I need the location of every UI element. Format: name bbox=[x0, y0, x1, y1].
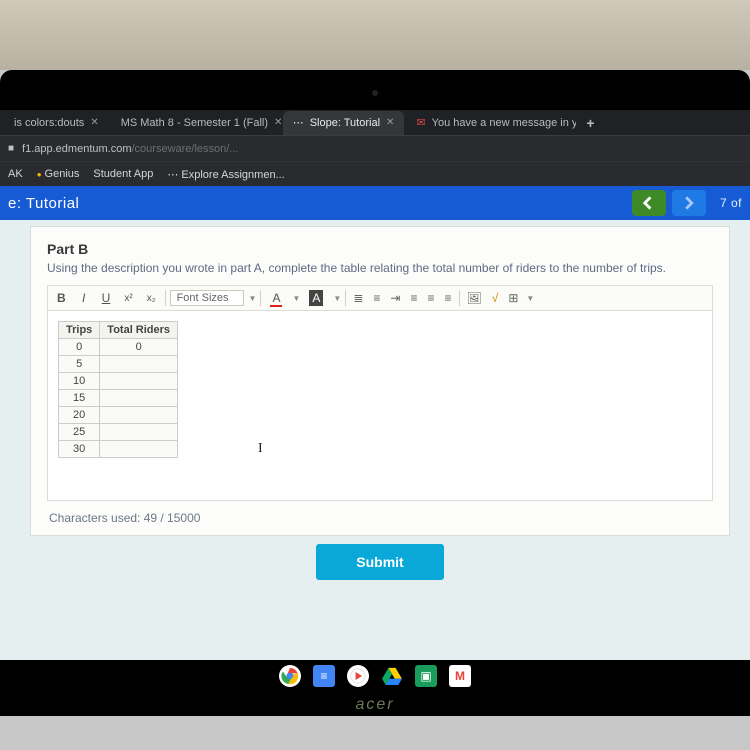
part-title: Part B bbox=[47, 241, 713, 257]
close-icon[interactable]: ✕ bbox=[274, 117, 281, 128]
lock-icon: ■ bbox=[8, 143, 14, 154]
question-card: Part B Using the description you wrote i… bbox=[30, 226, 730, 536]
chevron-down-icon[interactable]: ▼ bbox=[291, 294, 300, 303]
new-tab-button[interactable]: + bbox=[578, 115, 602, 131]
table-header[interactable]: Trips bbox=[59, 322, 100, 339]
laptop-bezel bbox=[0, 70, 750, 110]
drive-icon[interactable] bbox=[381, 665, 403, 687]
browser-chrome: is colors:douts✕ MS Math 8 - Semester 1 … bbox=[0, 110, 750, 186]
separator bbox=[165, 290, 166, 306]
separator bbox=[459, 290, 460, 306]
chevron-down-icon[interactable]: ▼ bbox=[525, 294, 534, 303]
submit-row: Submit bbox=[30, 536, 730, 594]
forward-button[interactable] bbox=[672, 190, 706, 216]
underline-button[interactable]: U bbox=[97, 289, 116, 307]
image-button[interactable]: 🖼 bbox=[464, 291, 485, 305]
subscript-button[interactable]: x₂ bbox=[142, 291, 161, 306]
table-row: 00 bbox=[59, 339, 178, 356]
table-row: 25 bbox=[59, 424, 178, 441]
separator bbox=[345, 290, 346, 306]
close-icon[interactable]: ✕ bbox=[386, 117, 394, 128]
bold-button[interactable]: B bbox=[52, 289, 71, 307]
separator bbox=[260, 290, 261, 306]
character-count: Characters used: 49 / 15000 bbox=[47, 501, 713, 533]
align-right-button[interactable]: ≡ bbox=[442, 291, 455, 305]
tab-3[interactable]: ⋯ Slope: Tutorial✕ bbox=[283, 111, 405, 135]
environment-background bbox=[0, 0, 750, 70]
classroom-icon[interactable]: ▣ bbox=[415, 665, 437, 687]
chromeos-shelf: ≡ ▣ M bbox=[0, 660, 750, 692]
content-area: Part B Using the description you wrote i… bbox=[0, 220, 750, 660]
text-cursor: I bbox=[258, 441, 263, 457]
bookmarks-bar: AK ●Genius Student App ⋯ Explore Assignm… bbox=[0, 162, 750, 186]
url-text: f1.app.edmentum.com/courseware/lesson/..… bbox=[22, 143, 742, 155]
text-color-button[interactable]: A bbox=[265, 289, 287, 307]
bullet-list-button[interactable]: ≣ bbox=[350, 291, 366, 305]
align-left-button[interactable]: ≡ bbox=[407, 291, 420, 305]
italic-button[interactable]: I bbox=[75, 289, 93, 307]
bookmark-item[interactable]: ⋯ Explore Assignmen... bbox=[167, 168, 284, 181]
address-bar[interactable]: ■ f1.app.edmentum.com/courseware/lesson/… bbox=[0, 136, 750, 162]
tab-1[interactable]: is colors:douts✕ bbox=[4, 111, 109, 135]
table-row: 20 bbox=[59, 407, 178, 424]
close-icon[interactable]: ✕ bbox=[90, 117, 98, 128]
number-list-button[interactable]: ≡ bbox=[370, 291, 383, 305]
page-title: e: Tutorial bbox=[8, 195, 626, 212]
play-icon[interactable] bbox=[347, 665, 369, 687]
laptop-brand: acer bbox=[0, 692, 750, 716]
chevron-down-icon[interactable]: ▼ bbox=[248, 294, 257, 303]
laptop-camera bbox=[372, 90, 378, 96]
chrome-icon[interactable] bbox=[279, 665, 301, 687]
table-button[interactable]: ⊞ bbox=[505, 291, 521, 305]
tab-4[interactable]: ✉You have a new message in y✕ bbox=[406, 111, 576, 135]
highlight-button[interactable]: A bbox=[304, 289, 328, 307]
editor-body[interactable]: TripsTotal Riders 00 5 10 15 20 25 30 I bbox=[47, 311, 713, 501]
tab-2[interactable]: MS Math 8 - Semester 1 (Fall)✕ bbox=[111, 111, 281, 135]
table-row: 30 bbox=[59, 441, 178, 458]
gmail-icon[interactable]: M bbox=[449, 665, 471, 687]
align-center-button[interactable]: ≡ bbox=[425, 291, 438, 305]
chevron-down-icon[interactable]: ▼ bbox=[332, 294, 341, 303]
equation-button[interactable]: √ bbox=[489, 291, 502, 305]
superscript-button[interactable]: x² bbox=[119, 291, 137, 306]
submit-button[interactable]: Submit bbox=[316, 544, 443, 580]
back-button[interactable] bbox=[632, 190, 666, 216]
table-header[interactable]: Total Riders bbox=[100, 322, 178, 339]
page-indicator: 7 of bbox=[720, 196, 742, 210]
table-row: 5 bbox=[59, 356, 178, 373]
font-size-select[interactable]: Font Sizes bbox=[170, 290, 244, 306]
indent-button[interactable]: ⇥ bbox=[387, 291, 403, 305]
bookmark-item[interactable]: Student App bbox=[93, 168, 153, 180]
tutorial-header: e: Tutorial 7 of bbox=[0, 186, 750, 220]
riders-table[interactable]: TripsTotal Riders 00 5 10 15 20 25 30 bbox=[58, 321, 178, 458]
tab-strip: is colors:douts✕ MS Math 8 - Semester 1 … bbox=[0, 110, 750, 136]
part-description: Using the description you wrote in part … bbox=[47, 261, 713, 275]
bookmark-item[interactable]: ●Genius bbox=[37, 168, 80, 180]
bookmark-item[interactable]: AK bbox=[8, 168, 23, 180]
docs-icon[interactable]: ≡ bbox=[313, 665, 335, 687]
table-row: 15 bbox=[59, 390, 178, 407]
editor-toolbar: B I U x² x₂ Font Sizes▼ A▼ A▼ ≣ ≡ ⇥ ≡ ≡ … bbox=[47, 285, 713, 311]
table-row: 10 bbox=[59, 373, 178, 390]
